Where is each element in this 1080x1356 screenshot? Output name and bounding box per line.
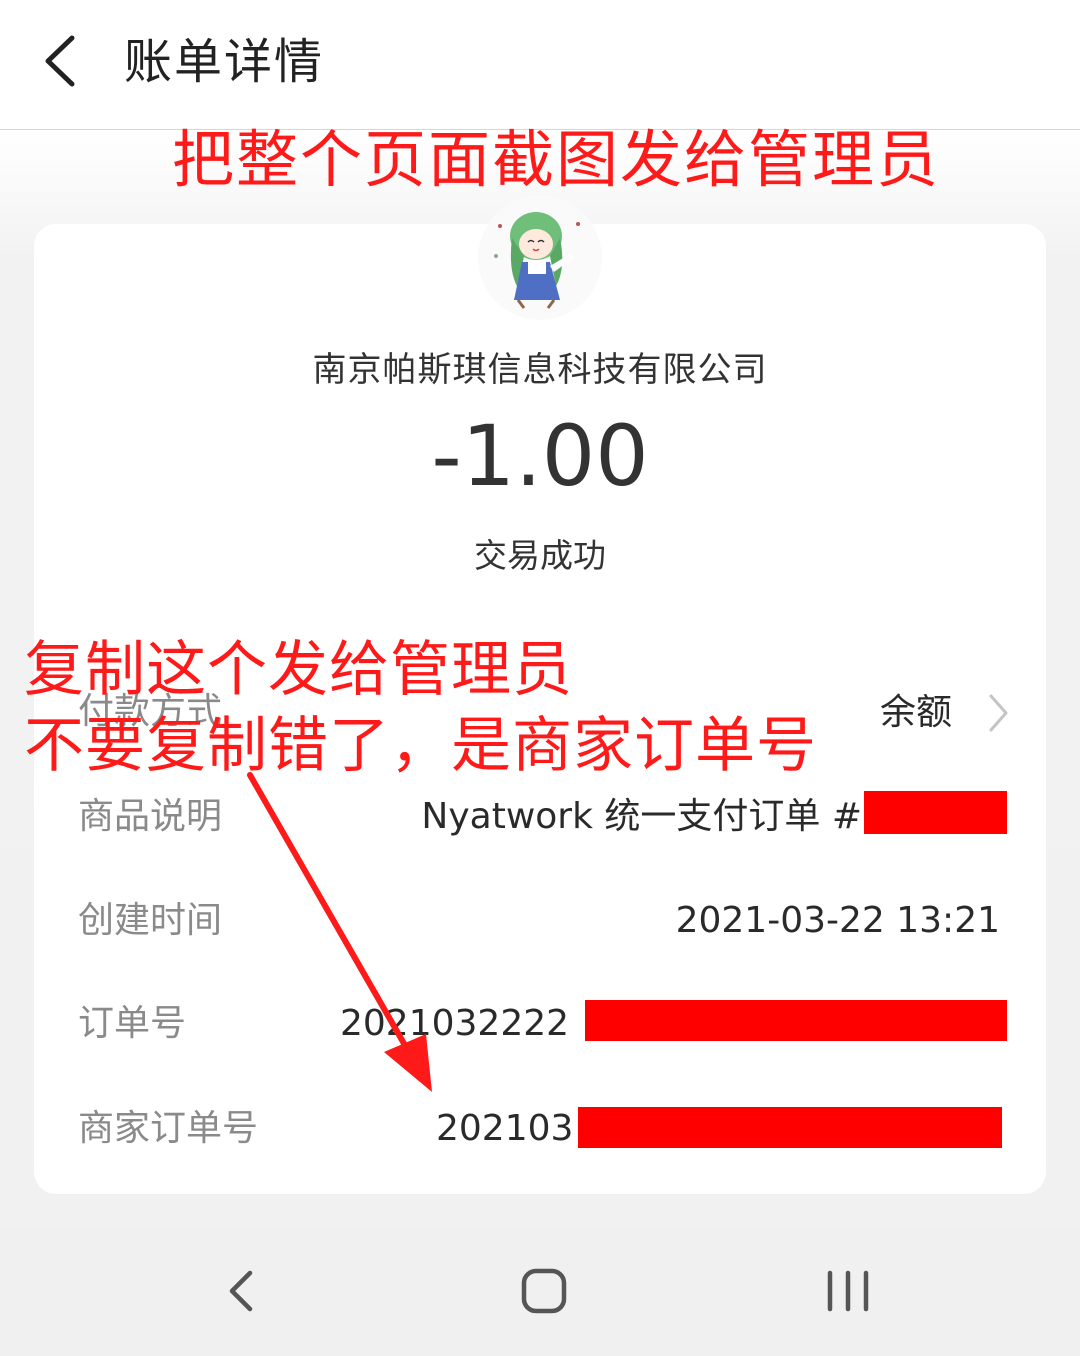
nav-home-icon (521, 1268, 567, 1314)
transaction-amount: -1.00 (431, 407, 649, 505)
payment-method-row[interactable]: 余额 (880, 686, 1010, 740)
app-header: 账单详情 (0, 0, 1080, 130)
transaction-status: 交易成功 (474, 536, 606, 575)
created-time-value: 2021-03-22 13:21 (675, 900, 1000, 941)
merchant-name: 南京帕斯琪信息科技有限公司 (312, 350, 768, 390)
payment-method-value: 余额 (879, 692, 952, 733)
created-time-label: 创建时间 (78, 900, 223, 941)
nav-home-button[interactable] (514, 1261, 574, 1321)
back-button[interactable] (30, 26, 100, 96)
merchant-order-no-value[interactable]: 202103 (436, 1104, 573, 1154)
annotation-middle-line2: 不要复制错了，是商家订单号 (24, 711, 817, 781)
merchant-avatar (478, 196, 602, 320)
chevron-left-icon (45, 35, 75, 87)
order-no-value[interactable]: 2021032222 (340, 999, 569, 1049)
chevron-right-icon (989, 694, 1008, 732)
order-no-label: 订单号 (78, 1003, 187, 1044)
annotation-top: 把整个页面截图发给管理员 (172, 123, 941, 196)
nav-back-button[interactable] (212, 1261, 272, 1321)
nav-recents-button[interactable] (818, 1261, 878, 1321)
redaction-product-desc (864, 791, 1007, 834)
avatar-illustration (478, 196, 602, 320)
product-desc-value: Nyatwork 统一支付订单 # (421, 796, 862, 837)
product-desc-label: 商品说明 (78, 796, 223, 837)
merchant-order-no-label: 商家订单号 (78, 1108, 259, 1149)
redaction-merchant-order-no (578, 1107, 1002, 1148)
system-nav-bar (0, 1226, 1080, 1356)
redaction-order-no (585, 1000, 1007, 1041)
page-title: 账单详情 (124, 34, 325, 90)
annotation-middle: 复制这个发给管理员 不要复制错了，是商家订单号 (24, 632, 817, 784)
nav-back-icon (229, 1270, 253, 1312)
annotation-middle-line1: 复制这个发给管理员 (24, 635, 573, 705)
nav-recents-icon (827, 1270, 869, 1312)
